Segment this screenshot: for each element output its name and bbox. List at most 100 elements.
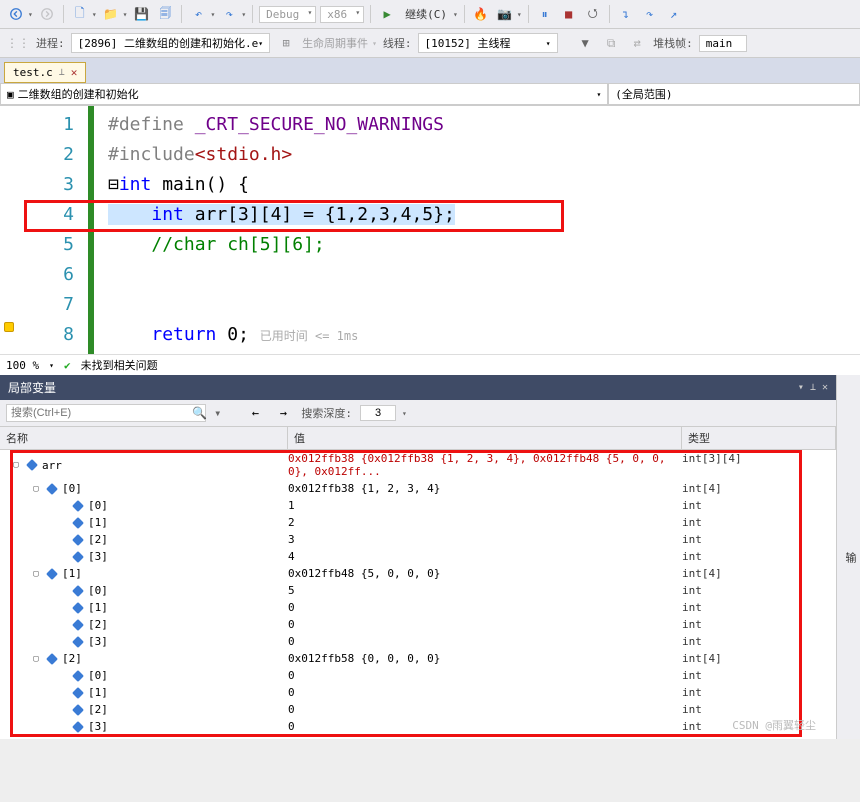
line-number: 1 (0, 110, 74, 140)
table-row[interactable]: ▢arr0x012ffb38 {0x012ffb38 {1, 2, 3, 4},… (0, 450, 836, 480)
expand-icon[interactable] (56, 586, 68, 596)
expand-icon[interactable] (56, 603, 68, 613)
table-row[interactable]: [0]5int (0, 582, 836, 599)
new-icon[interactable]: 🗋 (70, 4, 90, 24)
table-row[interactable]: [1]2int (0, 514, 836, 531)
var-value: 0 (288, 635, 682, 648)
col-type[interactable]: 类型 (682, 427, 836, 449)
save-icon[interactable]: 💾 (131, 4, 151, 24)
nav-back-icon[interactable] (6, 4, 26, 24)
panel-pin-icon[interactable]: ⟂ (810, 382, 816, 393)
stack-combo[interactable]: main (699, 35, 747, 52)
expand-icon[interactable] (56, 535, 68, 545)
code-line[interactable]: int arr[3][4] = {1,2,3,4,5}; (108, 200, 860, 230)
undo-icon[interactable]: ↶ (188, 4, 208, 24)
table-row[interactable]: [1]0int (0, 599, 836, 616)
grip-icon[interactable]: ⋮⋮ (6, 36, 30, 50)
var-name: [2] (88, 618, 108, 631)
panel-close-icon[interactable]: ✕ (822, 382, 828, 393)
continue-button[interactable]: 继续(C) (401, 6, 451, 22)
next-icon[interactable]: → (273, 403, 293, 423)
expand-icon[interactable]: ▢ (30, 569, 42, 579)
nav-fwd-icon[interactable] (37, 4, 57, 24)
zoom-level[interactable]: 100 % (6, 359, 39, 372)
table-row[interactable]: [0]0int (0, 667, 836, 684)
var-icon (72, 721, 84, 733)
code-line[interactable] (108, 260, 860, 290)
expand-icon[interactable]: ▢ (30, 654, 42, 664)
expand-icon[interactable] (56, 722, 68, 732)
saveall-icon[interactable]: 🗐 (155, 4, 175, 24)
code-line[interactable]: return 0; 已用时间 <= 1ms (108, 320, 860, 350)
scope-combo[interactable]: ▣ 二维数组的创建和初始化 ▾ (0, 83, 608, 105)
tab-test-c[interactable]: test.c ⟂ ✕ (4, 62, 86, 83)
process-combo[interactable]: [2896] 二维数组的创建和初始化.e▾ (71, 33, 270, 53)
table-row[interactable]: [2]0int (0, 616, 836, 633)
step-over-icon[interactable]: ↷ (640, 4, 660, 24)
expand-icon[interactable] (56, 552, 68, 562)
config-combo[interactable]: Debug (259, 6, 316, 23)
var-value: 3 (288, 533, 682, 546)
code-line[interactable]: #include<stdio.h> (108, 140, 860, 170)
table-row[interactable]: ▢[2]0x012ffb58 {0, 0, 0, 0}int[4] (0, 650, 836, 667)
table-row[interactable]: [1]0int (0, 684, 836, 701)
table-row[interactable]: ▢[1]0x012ffb48 {5, 0, 0, 0}int[4] (0, 565, 836, 582)
prev-icon[interactable]: ← (245, 403, 265, 423)
table-row[interactable]: ▢[0]0x012ffb38 {1, 2, 3, 4}int[4] (0, 480, 836, 497)
platform-combo[interactable]: x86 (320, 6, 364, 23)
lifecycle-icon[interactable]: ⊞ (276, 33, 296, 53)
thread-combo[interactable]: [10152] 主线程▾ (418, 33, 558, 53)
stop-icon[interactable]: ■ (559, 4, 579, 24)
screenshot-icon[interactable]: 📷 (495, 4, 515, 24)
var-name: [3] (88, 720, 108, 733)
pause-icon[interactable]: ⏸ (535, 4, 555, 24)
depth-input[interactable] (360, 405, 396, 421)
table-row[interactable]: [2]0int (0, 701, 836, 718)
close-icon[interactable]: ✕ (71, 66, 78, 79)
process-label: 进程: (36, 35, 65, 51)
table-row[interactable]: [2]3int (0, 531, 836, 548)
depth-dropdown-icon[interactable]: ▾ (402, 409, 407, 418)
code-line[interactable]: #define _CRT_SECURE_NO_WARNINGS (108, 110, 860, 140)
threads-icon[interactable]: ⧉ (601, 33, 621, 53)
expand-icon[interactable]: ▢ (10, 460, 22, 470)
continue-icon[interactable]: ▶ (377, 4, 397, 24)
sync-icon[interactable]: ⇄ (627, 33, 647, 53)
table-row[interactable]: [0]1int (0, 497, 836, 514)
expand-icon[interactable] (56, 620, 68, 630)
search-icon[interactable]: 🔍 ▾ (192, 406, 221, 420)
open-icon[interactable]: 📁 (101, 4, 121, 24)
var-type: int (682, 550, 836, 563)
code-line[interactable]: //char ch[5][6]; (108, 230, 860, 260)
code-editor[interactable]: 12345678 #define _CRT_SECURE_NO_WARNINGS… (0, 106, 860, 354)
table-row[interactable]: [3]0int (0, 718, 836, 735)
expand-icon[interactable]: ▢ (30, 484, 42, 494)
side-panel-out[interactable]: 输 (836, 375, 860, 739)
dropdown-icon[interactable]: ▾ (28, 10, 33, 19)
step-into-icon[interactable]: ↴ (616, 4, 636, 24)
member-combo[interactable]: (全局范围) (608, 83, 860, 105)
expand-icon[interactable] (56, 501, 68, 511)
expand-icon[interactable] (56, 637, 68, 647)
expand-icon[interactable] (56, 705, 68, 715)
code-line[interactable] (108, 290, 860, 320)
table-row[interactable]: [3]0int (0, 633, 836, 650)
hot-reload-icon[interactable]: 🔥 (471, 4, 491, 24)
table-row[interactable]: [3]4int (0, 548, 836, 565)
breakpoint-icon[interactable] (4, 322, 14, 332)
search-input[interactable] (6, 404, 206, 422)
pin-icon[interactable]: ⟂ (59, 67, 65, 78)
restart-icon[interactable]: ⭯ (583, 4, 603, 24)
code-line[interactable]: ⊟int main() { (108, 170, 860, 200)
expand-icon[interactable] (56, 671, 68, 681)
redo-icon[interactable]: ↷ (219, 4, 239, 24)
expand-icon[interactable] (56, 518, 68, 528)
panel-menu-icon[interactable]: ▾ (798, 382, 804, 393)
var-name: [1] (88, 686, 108, 699)
filter-icon[interactable]: ▼ (575, 33, 595, 53)
col-value[interactable]: 值 (288, 427, 682, 449)
col-name[interactable]: 名称 (0, 427, 288, 449)
expand-icon[interactable] (56, 688, 68, 698)
step-out-icon[interactable]: ↗ (664, 4, 684, 24)
code-area[interactable]: #define _CRT_SECURE_NO_WARNINGS#include<… (94, 106, 860, 354)
